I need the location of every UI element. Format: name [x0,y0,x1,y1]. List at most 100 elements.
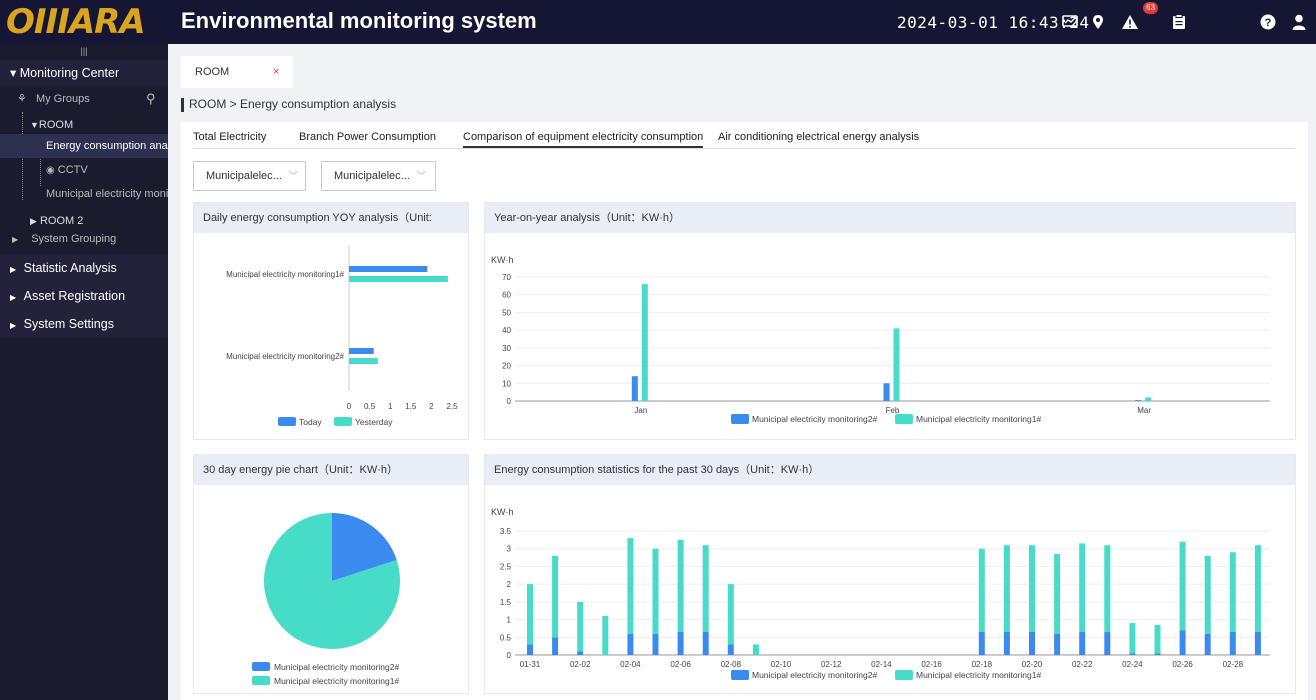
y-tick-label: 1 [507,616,512,625]
bar [1104,545,1111,632]
breadcrumb-marker [181,98,184,112]
sidebar-item-monitoring-center[interactable]: ▾ Monitoring Center [0,60,168,86]
svg-text:?: ? [1265,17,1272,29]
bar [727,584,734,645]
x-tick-label: 02-22 [1072,660,1093,669]
close-icon[interactable]: × [273,56,279,88]
sidebar-item-my-groups[interactable]: ⚘ My Groups ⚲ [0,86,168,112]
bar [349,358,378,364]
bar [1229,552,1236,632]
legend-label: Municipal electricity monitoring1# [916,414,1041,424]
card-title: Year-on-year analysis（Unit：KW·h） [485,203,1295,233]
sidebar-item-system-grouping[interactable]: ▶ System Grouping [0,224,168,254]
bar [1129,623,1136,654]
bar [1179,630,1186,655]
x-tick-label: Mar [1137,406,1151,415]
bar [552,637,559,655]
x-tick-label: 2 [429,402,434,411]
legend-label: Municipal electricity monitoring1# [274,676,399,686]
stats-card: Energy consumption statistics for the pa… [484,454,1296,694]
tree-node-energy-consumption[interactable]: Energy consumption analy [0,134,168,158]
user-icon[interactable] [1289,12,1309,32]
bar [1179,541,1186,631]
alarm-icon[interactable] [1120,12,1140,32]
y-tick-label: 40 [502,326,511,335]
monitor-icon[interactable] [1060,12,1080,32]
legend-label: Municipal electricity monitoring2# [752,670,877,680]
chevron-down-icon: ﹀ [288,171,298,181]
bar [641,284,648,401]
category-label: Municipal electricity monitoring1# [226,270,344,279]
legend-swatch [252,676,270,685]
legend-swatch [895,414,913,424]
bar [1254,545,1261,632]
sidebar-item-label: My Groups [35,93,90,105]
sidebar-item-label: Asset Registration [23,289,126,303]
subtab-total-electricity[interactable]: Total Electricity [193,131,266,143]
y-tick-label: 70 [502,273,511,282]
subtab-branch-power[interactable]: Branch Power Consumption [299,131,436,143]
location-icon[interactable] [1088,12,1108,32]
device-select-1[interactable]: Municipalelec... ﹀ [193,161,306,191]
bar [1254,631,1261,655]
clipboard-icon[interactable] [1169,12,1189,32]
tree-node-label: ROOM [38,119,74,131]
logo: OIIIARA [6,2,146,42]
y-tick-label: 0.5 [500,633,512,642]
x-tick-label: 02-28 [1223,660,1244,669]
x-tick-label: Jan [634,406,647,415]
legend-swatch [278,417,296,426]
bar [1145,397,1152,401]
bar [752,644,759,655]
subtab-equipment-comparison[interactable]: Comparison of equipment electricity cons… [463,131,704,148]
bar [702,631,709,655]
legend-label: Today [299,417,322,427]
y-tick-label: 0 [507,397,512,406]
sidebar-item-system-settings[interactable]: ▶ System Settings [0,310,168,338]
bar [577,601,584,652]
menu-collapse-icon[interactable]: ||| [0,44,168,58]
sidebar: ||| ▾ Monitoring Center ⚘ My Groups ⚲ ▼R… [0,44,168,700]
x-tick-label: 02-18 [972,660,993,669]
chevron-down-icon: ﹀ [416,171,426,181]
bar [978,548,985,632]
bar [883,383,890,401]
tree-node-cctv[interactable]: ◉ CCTV [0,158,168,182]
y-tick-label: 3 [507,545,512,554]
bar [1079,543,1086,632]
device-select-2[interactable]: Municipalelec... ﹀ [321,161,436,191]
tree-node-municipal-electricity[interactable]: Municipal electricity monit [0,182,168,206]
help-icon[interactable]: ? [1258,12,1278,32]
legend-label: Municipal electricity monitoring2# [752,414,877,424]
x-tick-label: 02-16 [921,660,942,669]
select-value: Municipalelec... [334,170,410,182]
y-axis-label: KW·h [491,255,514,265]
subtab-air-conditioning[interactable]: Air conditioning electrical energy analy… [718,131,919,143]
card-title: 30 day energy pie chart（Unit：KW·h） [194,455,468,485]
card-title: Daily energy consumption YOY analysis（Un… [194,203,468,233]
app-title: Environmental monitoring system [181,8,537,33]
camera-icon: ◉ [46,165,55,176]
category-label: Municipal electricity monitoring2# [226,352,344,361]
search-icon[interactable]: ⚲ [146,86,156,112]
legend-swatch [252,662,270,671]
sidebar-item-label: ▾ Monitoring Center [10,66,120,80]
tab-label: ROOM [195,66,230,78]
x-tick-label: Feb [886,406,900,415]
bar [1129,653,1136,655]
bar [627,633,634,655]
y-tick-label: 30 [502,344,511,353]
sidebar-item-label: System Grouping [31,233,117,245]
bar [527,644,533,655]
card-title: Energy consumption statistics for the pa… [485,455,1295,485]
tab-room[interactable]: ROOM × [181,56,293,88]
legend-swatch [895,670,913,680]
sidebar-item-statistic-analysis[interactable]: ▶ Statistic Analysis [0,254,168,282]
bar [631,376,638,401]
select-value: Municipalelec... [206,170,282,182]
bar [727,644,734,655]
pie-chart: Municipal electricity monitoring2# Munici… [252,513,400,686]
sidebar-item-asset-registration[interactable]: ▶ Asset Registration [0,282,168,310]
tree-node-label: CCTV [57,164,88,176]
main-content: ROOM × ROOM > Energy consumption analysi… [168,44,1316,700]
